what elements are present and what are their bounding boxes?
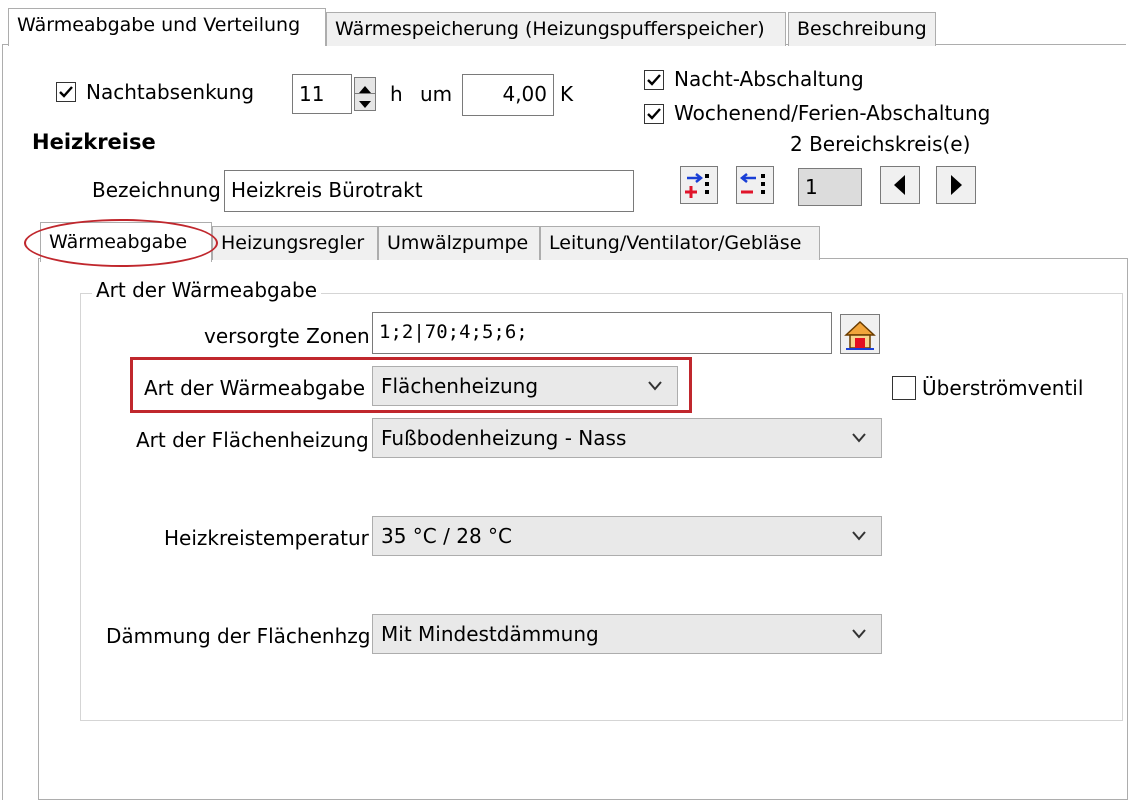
art-der-waermeabgabe-group [80,293,1123,721]
tab-waermeabgabe-und-verteilung[interactable]: Wärmeabgabe und Verteilung [8,8,326,46]
art-select[interactable]: Flächenheizung [372,366,678,406]
arrow-right-icon [951,175,962,195]
hours-spinner[interactable] [354,77,376,111]
art-label: Art der Wärmeabgabe [144,376,365,400]
tab-umwaelzpumpe[interactable]: Umwälzpumpe [378,226,540,260]
flaeche-label: Art der Flächenheizung [136,428,369,452]
bezeichnung-label: Bezeichnung [92,178,221,202]
remove-circuit-icon [739,173,765,194]
previous-heizkreis-button[interactable] [880,166,920,204]
chevron-down-icon [852,629,866,639]
kelvin-unit: K [560,82,574,106]
bereichskreis-count: 2 Bereichskreis(e) [790,132,971,156]
zonen-input[interactable]: 1;2|70;4;5;6; [372,312,832,354]
tab-waermespeicherung[interactable]: Wärmespeicherung (Heizungspufferspeicher… [326,12,786,46]
daemmung-label: Dämmung der Flächenhzg. [106,624,377,648]
nacht-abschaltung-checkbox[interactable] [644,70,664,90]
temp-label: Heizkreistemperatur [164,526,369,550]
remove-heizkreis-button[interactable] [736,166,774,204]
tab-leitung-ventilator-geblaese[interactable]: Leitung/Ventilator/Gebläse [540,226,820,260]
tab-beschreibung[interactable]: Beschreibung [788,12,936,46]
wochenend-abschaltung-checkbox[interactable] [644,104,664,124]
next-heizkreis-button[interactable] [936,166,976,204]
zonen-label: versorgte Zonen [204,324,370,348]
tab-label: Umwälzpumpe [387,232,529,254]
wochenend-abschaltung-label: Wochenend/Ferien-Abschaltung [674,101,991,125]
spin-up-icon[interactable] [355,78,375,94]
tab-label: Leitung/Ventilator/Gebläse [549,232,802,254]
chevron-down-icon [648,381,662,391]
hours-unit: h [390,82,403,106]
nacht-abschaltung-label: Nacht-Abschaltung [674,67,864,91]
add-heizkreis-button[interactable] [680,166,718,204]
heizkreis-index: 1 [798,168,862,206]
temp-select[interactable]: 35 °C / 28 °C [372,516,882,556]
tab-label: Wärmeabgabe [49,231,188,253]
chevron-down-icon [852,531,866,541]
tab-label: Wärmeabgabe und Verteilung [17,14,301,36]
hours-input[interactable]: 11 [292,74,352,114]
kelvin-input[interactable]: 4,00 [462,74,554,116]
checkmark-icon [59,86,73,98]
um-label: um [420,82,453,106]
checkmark-icon [647,108,661,120]
nachtabsenkung-label: Nachtabsenkung [86,80,255,104]
tab-label: Beschreibung [797,18,927,40]
tab-waermeabgabe[interactable]: Wärmeabgabe [40,222,212,262]
tab-label: Heizungsregler [221,232,365,254]
tab-label: Wärmespeicherung (Heizungspufferspeicher… [335,18,765,40]
heizkreise-heading: Heizkreise [32,130,156,154]
select-value: 35 °C / 28 °C [381,524,512,548]
house-icon [844,320,876,350]
checkmark-icon [647,74,661,86]
ueberstroemventil-checkbox[interactable] [892,376,916,400]
select-value: Mit Mindestdämmung [381,622,599,646]
chevron-down-icon [852,433,866,443]
tab-heizungsregler[interactable]: Heizungsregler [212,226,378,260]
spin-down-icon[interactable] [355,94,375,110]
select-value: Fußbodenheizung - Nass [381,426,627,450]
bezeichnung-input[interactable]: Heizkreis Bürotrakt [224,170,634,212]
select-value: Flächenheizung [381,374,539,398]
zonen-select-button[interactable] [840,314,880,354]
ueberstroemventil-label: Überströmventil [922,376,1084,400]
arrow-left-icon [894,175,905,195]
daemmung-select[interactable]: Mit Mindestdämmung [372,614,882,654]
nachtabsenkung-checkbox[interactable] [56,82,76,102]
group-legend: Art der Wärmeabgabe [92,278,321,302]
flaeche-select[interactable]: Fußbodenheizung - Nass [372,418,882,458]
add-circuit-icon [685,173,709,198]
